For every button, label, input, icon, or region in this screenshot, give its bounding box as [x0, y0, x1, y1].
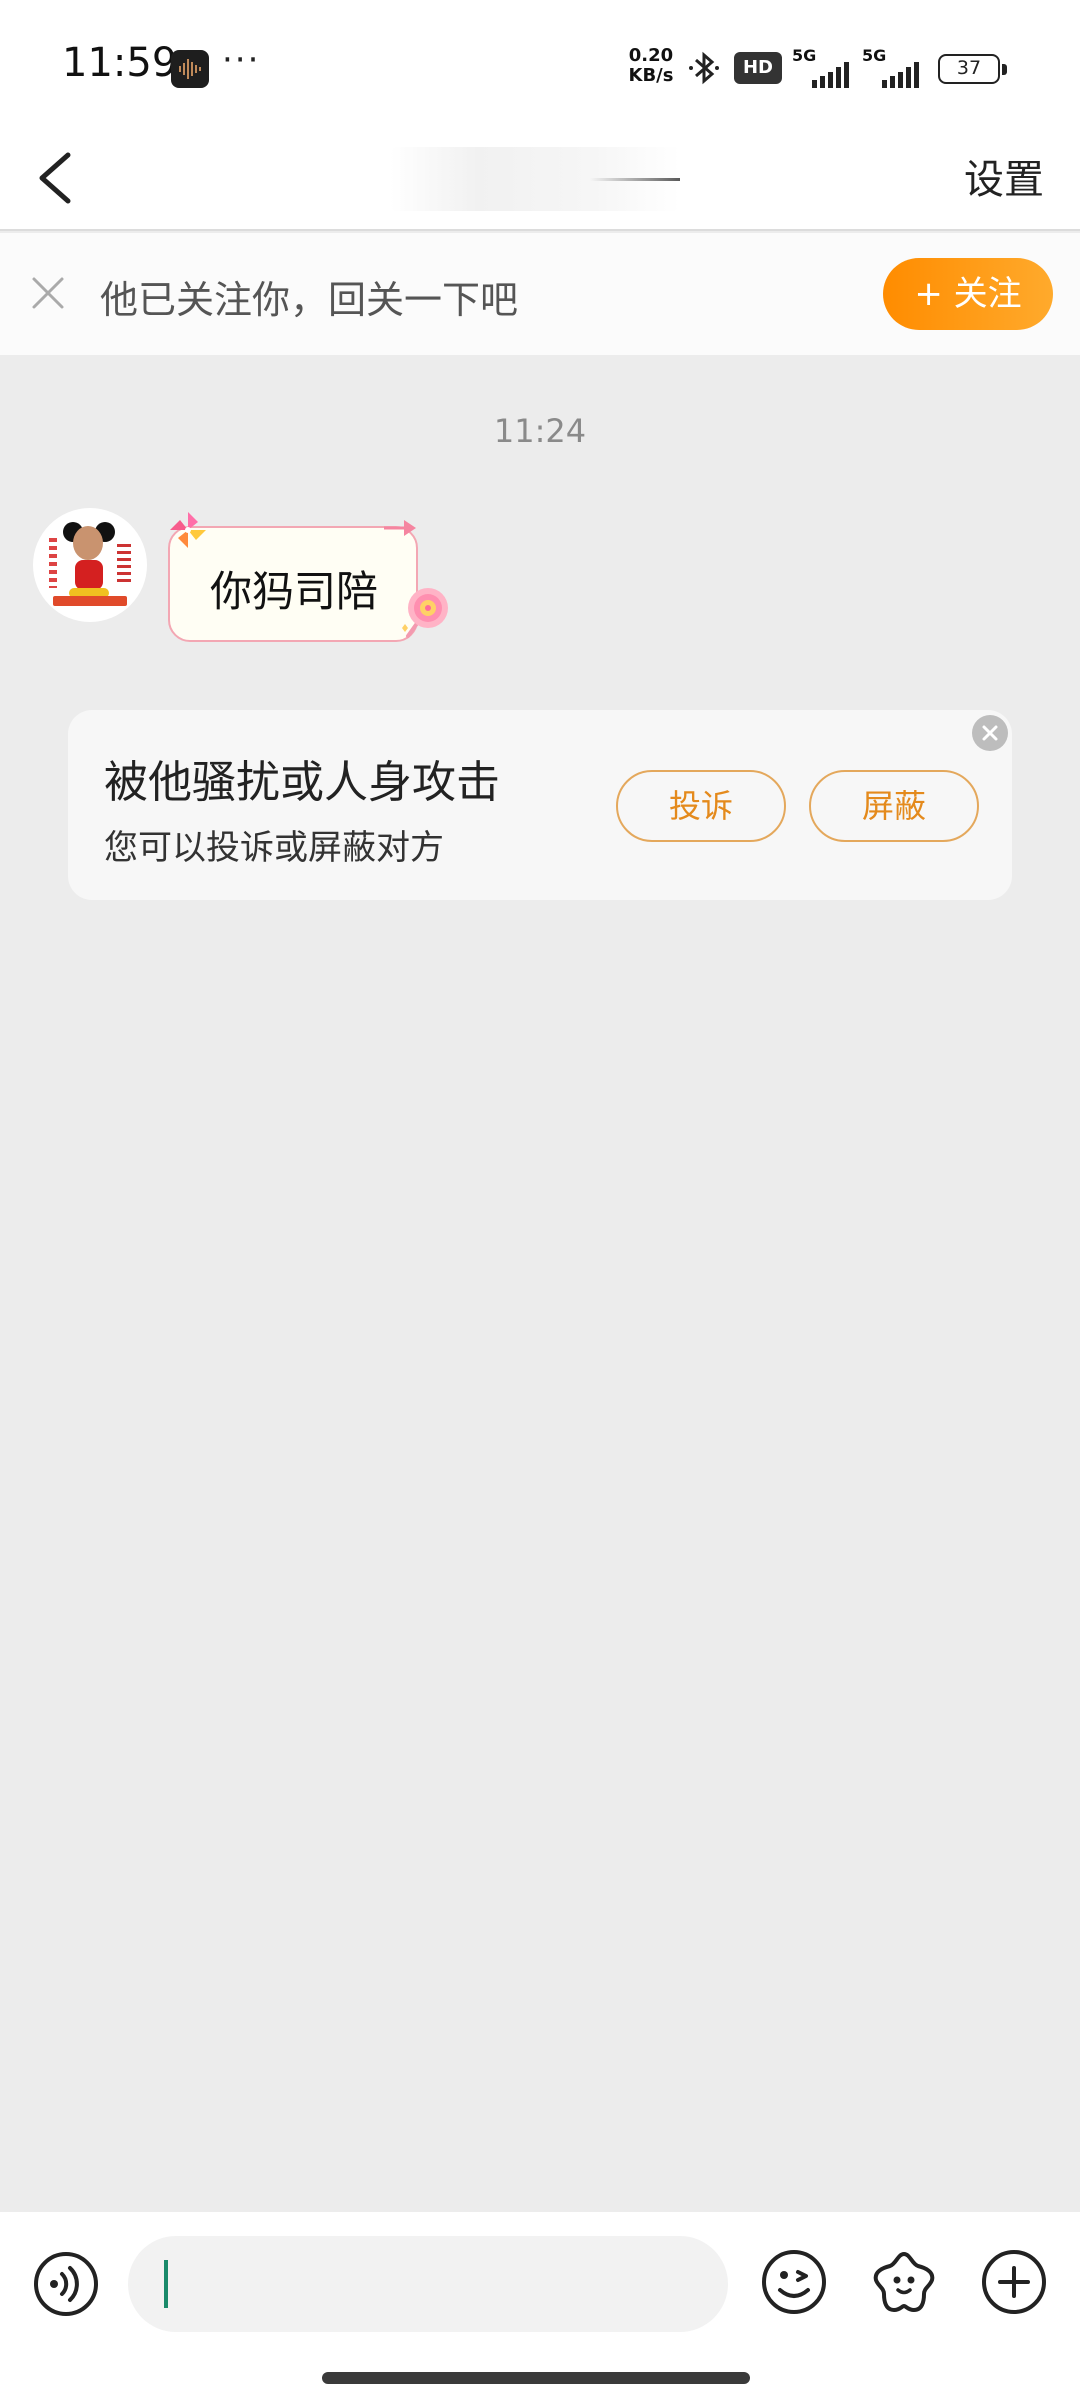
chevron-left-icon: [39, 152, 71, 204]
report-button[interactable]: 投诉: [616, 770, 786, 842]
emoji-icon[interactable]: [760, 2248, 828, 2320]
close-icon[interactable]: [30, 275, 66, 311]
network-speed-value: 0.20: [628, 45, 674, 66]
status-bar: 11:59 ··· 0.20 KB/s HD 5G 5G 37: [0, 0, 1080, 125]
follow-back-banner: 他已关注你，回关一下吧 + 关注: [0, 233, 1080, 355]
hd-voice-icon: HD: [734, 52, 782, 84]
text-caret: [164, 2260, 168, 2308]
back-button[interactable]: [30, 143, 90, 213]
page-title: [390, 147, 680, 211]
report-card-title: 被他骚扰或人身攻击: [104, 757, 500, 808]
block-button[interactable]: 屏蔽: [809, 770, 979, 842]
chat-header: 设置: [0, 125, 1080, 231]
lollipop-decoration-icon: [396, 584, 450, 648]
pinwheel-decoration-icon: [168, 510, 208, 554]
network-speed-unit: KB/s: [628, 65, 674, 86]
status-time: 11:59: [62, 40, 178, 86]
network-speed: 0.20 KB/s: [624, 46, 678, 86]
report-card-subtitle: 您可以投诉或屏蔽对方: [104, 828, 444, 868]
more-notifications-icon: ···: [222, 40, 261, 80]
avatar[interactable]: [33, 508, 147, 622]
message-text: 你犸司陪: [210, 567, 379, 616]
follow-banner-text: 他已关注你，回关一下吧: [100, 278, 519, 322]
message-input[interactable]: [128, 2236, 728, 2332]
battery-icon: 37: [938, 54, 1007, 84]
home-indicator[interactable]: [322, 2372, 750, 2384]
voice-icon[interactable]: [32, 2250, 100, 2322]
sticker-icon[interactable]: [870, 2248, 938, 2320]
bluetooth-icon: [684, 48, 724, 92]
message-timestamp: 11:24: [493, 412, 587, 450]
card-close-icon[interactable]: [972, 715, 1008, 751]
harassment-report-card: 被他骚扰或人身攻击 您可以投诉或屏蔽对方 投诉 屏蔽: [68, 710, 1012, 900]
audio-app-icon: [171, 50, 209, 88]
settings-button[interactable]: 设置: [964, 147, 1044, 205]
arrow-decoration-icon: [382, 516, 418, 544]
plus-icon[interactable]: [980, 2248, 1048, 2320]
follow-button[interactable]: + 关注: [883, 258, 1053, 330]
